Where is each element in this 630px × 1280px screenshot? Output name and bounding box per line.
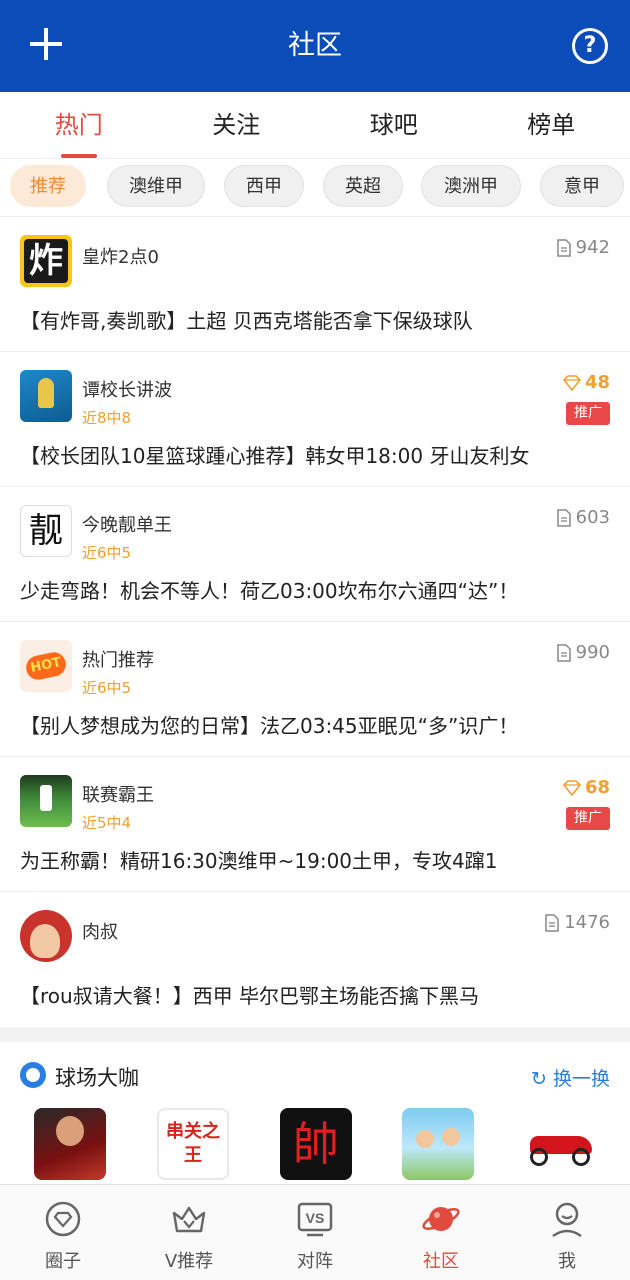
- post-card[interactable]: 炸 皇炸2点0 942 【有炸哥,奏凯歌】土超 贝西克塔能否拿下保级球队: [0, 216, 630, 351]
- section-title: 球场大咖: [55, 1066, 139, 1090]
- nav-label: 我: [558, 1251, 576, 1272]
- nav-label: 对阵: [297, 1251, 333, 1272]
- nav-matchup[interactable]: VS 对阵: [252, 1185, 378, 1280]
- diamond-price: 48: [562, 372, 610, 393]
- avatar: [20, 910, 72, 962]
- refresh-button[interactable]: ↻ 换一换: [531, 1064, 610, 1091]
- post-title[interactable]: 【rou叔请大餐！】西甲 毕尔巴鄂主场能否擒下黑马: [20, 980, 479, 1009]
- tab-hot[interactable]: 热门: [0, 92, 158, 158]
- chip-league[interactable]: 英超: [323, 165, 403, 207]
- tab-forum[interactable]: 球吧: [315, 92, 473, 158]
- league-filter-chips: 推荐 澳维甲 西甲 英超 澳洲甲 意甲: [0, 158, 630, 216]
- nav-label: V推荐: [164, 1251, 214, 1272]
- chip-league[interactable]: 澳洲甲: [421, 165, 521, 207]
- win-record: 近6中5: [82, 544, 132, 562]
- diamond-icon: [562, 779, 581, 796]
- win-record: 近5中4: [82, 814, 132, 832]
- promo-badge: 推广: [566, 807, 610, 830]
- document-icon: [556, 643, 571, 662]
- document-icon: [556, 238, 571, 257]
- nav-label: 社区: [423, 1251, 459, 1272]
- chip-league[interactable]: 西甲: [224, 165, 304, 207]
- avatar: [20, 370, 72, 422]
- post-title[interactable]: 【别人梦想成为您的日常】法乙03:45亚眠见“多”识广！: [20, 710, 518, 739]
- chip-league[interactable]: 澳维甲: [107, 165, 205, 207]
- view-count: 942: [556, 237, 610, 258]
- post-card[interactable]: HOT 热门推荐 近6中5 990 【别人梦想成为您的日常】法乙03:45亚眠见…: [0, 621, 630, 756]
- tab-ranking[interactable]: 榜单: [473, 92, 630, 158]
- expert-avatar[interactable]: 串关之王: [157, 1108, 229, 1180]
- post-title[interactable]: 【校长团队10星篮球踵心推荐】韩女甲18:00 牙山友利女: [20, 440, 529, 469]
- username: 热门推荐: [82, 650, 154, 671]
- view-count: 603: [556, 507, 610, 528]
- post-title[interactable]: 为王称霸！精研16:30澳维甲~19:00土甲，专攻4蹿1: [20, 845, 497, 874]
- view-count: 1476: [544, 912, 610, 933]
- football-icon: [20, 1062, 46, 1088]
- help-icon[interactable]: ?: [572, 28, 608, 64]
- win-record: 近8中8: [82, 409, 132, 427]
- refresh-icon: ↻: [531, 1068, 547, 1090]
- chip-recommend[interactable]: 推荐: [10, 165, 86, 207]
- vs-icon: VS: [297, 1202, 333, 1237]
- nav-circle[interactable]: 圈子: [0, 1185, 126, 1280]
- circle-icon: [45, 1201, 81, 1237]
- avatar: HOT: [20, 640, 72, 692]
- svg-text:VS: VS: [306, 1210, 325, 1226]
- nav-community[interactable]: 社区: [378, 1185, 504, 1280]
- diamond-price: 68: [562, 777, 610, 798]
- promo-badge: 推广: [566, 402, 610, 425]
- post-card[interactable]: 谭校长讲波 近8中8 48 推广 【校长团队10星篮球踵心推荐】韩女甲18:00…: [0, 351, 630, 486]
- username: 肉叔: [82, 922, 118, 943]
- username: 今晚靓单王: [82, 515, 172, 536]
- username: 谭校长讲波: [82, 380, 172, 401]
- main-tabs: 热门 关注 球吧 榜单: [0, 92, 630, 158]
- diamond-icon: [562, 374, 581, 391]
- top-bar: 社区 ?: [0, 0, 630, 92]
- document-icon: [556, 508, 571, 527]
- avatar: 靓: [20, 505, 72, 557]
- expert-avatar[interactable]: [402, 1108, 474, 1180]
- username: 联赛霸王: [82, 785, 154, 806]
- post-title[interactable]: 【有炸哥,奏凯歌】土超 贝西克塔能否拿下保级球队: [20, 305, 473, 334]
- chip-league[interactable]: 意甲: [540, 165, 624, 207]
- document-icon: [545, 913, 559, 932]
- nav-me[interactable]: 我: [504, 1185, 630, 1280]
- win-record: 近6中5: [82, 679, 132, 697]
- post-card[interactable]: 肉叔 1476 【rou叔请大餐！】西甲 毕尔巴鄂主场能否擒下黑马: [0, 891, 630, 1027]
- username: 皇炸2点0: [82, 247, 159, 268]
- post-card[interactable]: 联赛霸王 近5中4 68 推广 为王称霸！精研16:30澳维甲~19:00土甲，…: [0, 756, 630, 891]
- expert-avatar[interactable]: [34, 1108, 106, 1180]
- post-card[interactable]: 靓 今晚靓单王 近6中5 603 少走弯路！机会不等人！荷乙03:00坎布尔六通…: [0, 486, 630, 621]
- bottom-navigation: 圈子 V推荐 VS 对阵 社区 我: [0, 1184, 630, 1280]
- nav-label: 圈子: [45, 1251, 81, 1272]
- tab-follow[interactable]: 关注: [158, 92, 316, 158]
- page-title: 社区: [288, 30, 342, 61]
- expert-avatar[interactable]: 帥: [280, 1108, 352, 1180]
- post-title[interactable]: 少走弯路！机会不等人！荷乙03:00坎布尔六通四“达”！: [20, 575, 518, 604]
- avatar: [20, 775, 72, 827]
- avatar: 炸: [20, 235, 72, 287]
- view-count: 990: [556, 642, 610, 663]
- planet-icon: [422, 1207, 460, 1231]
- user-icon: [552, 1202, 582, 1238]
- nav-v-recommend[interactable]: V推荐: [126, 1185, 252, 1280]
- expert-section: 球场大咖 ↻ 换一换 串关之王 帥: [0, 1042, 630, 1184]
- expert-avatar[interactable]: [524, 1108, 596, 1180]
- crown-icon: [172, 1206, 206, 1233]
